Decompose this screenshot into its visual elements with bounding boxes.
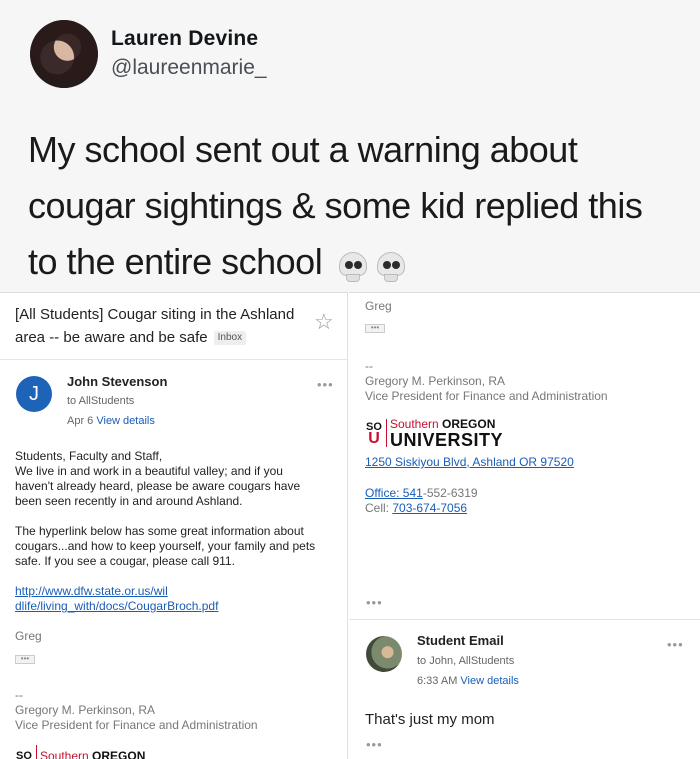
logo-mark: SO U [366, 421, 382, 447]
more-options-icon[interactable]: ••• [667, 637, 684, 652]
url-line[interactable]: dlife/living_with/docs/CougarBroch.pdf [15, 599, 335, 614]
tweet-text-line: cougar sightings & some kid replied this [28, 185, 643, 226]
view-details-link[interactable]: View details [96, 415, 155, 427]
email-continuation-panel: Greg ••• -- Gregory M. Perkinson, RA Vic… [349, 292, 700, 759]
email-body-paragraph-2: The hyperlink below has some great infor… [15, 524, 335, 569]
body-line: The hyperlink below has some great infor… [15, 524, 304, 538]
university-logo: SO U Southern OREGON UNIVERSITY [365, 417, 503, 449]
office-phone-link[interactable]: 541 [403, 486, 423, 500]
email-body-paragraph-1: Students, Faculty and Staff, We live in … [15, 449, 335, 509]
email-subject: [All Students] Cougar siting in the Ashl… [15, 306, 295, 346]
logo-text: Southern [40, 749, 89, 759]
sign-off: Greg [365, 299, 392, 313]
reply-time: 6:33 AM View details [417, 675, 519, 687]
cougar-info-link[interactable]: http://www.dfw.state.or.us/wil dlife/liv… [15, 584, 335, 614]
cell-phone-link[interactable]: 703-674-7056 [392, 501, 467, 515]
divider [349, 619, 700, 620]
more-content-icon[interactable]: ••• [366, 595, 383, 610]
body-line: cougars...and how to keep yourself, your… [15, 539, 316, 553]
logo-text: Southern [390, 417, 439, 431]
show-trimmed-content-button[interactable]: ••• [15, 655, 35, 664]
author-handle[interactable]: @laureenmarie_ [111, 56, 267, 80]
email-date: Apr 6 View details [67, 415, 155, 427]
reply-text: That's just my mom [365, 711, 495, 728]
inbox-label[interactable]: Inbox [213, 331, 247, 346]
star-icon[interactable]: ☆ [314, 311, 334, 333]
body-line: haven't already heard, please be aware c… [15, 479, 301, 493]
tweet-card: Lauren Devine @laureenmarie_ My school s… [0, 0, 700, 292]
address-link[interactable]: 1250 Siskiyou Blvd, Ashland OR 97520 [365, 455, 574, 470]
author-name[interactable]: Lauren Devine [111, 27, 258, 51]
show-trimmed-content-button[interactable]: ••• [365, 324, 385, 333]
office-phone-link[interactable]: Office: [365, 486, 403, 500]
signature-title: Vice President for Finance and Administr… [15, 718, 258, 732]
more-content-icon[interactable]: ••• [366, 737, 383, 752]
signature-title: Vice President for Finance and Administr… [365, 389, 608, 403]
university-logo: SO Southern OREGON [15, 745, 145, 759]
profile-avatar[interactable] [30, 20, 98, 88]
skull-emojis [336, 236, 412, 292]
view-details-link[interactable]: View details [460, 675, 519, 687]
sender-avatar[interactable]: J [16, 376, 52, 412]
more-options-icon[interactable]: ••• [317, 377, 334, 392]
url-line[interactable]: http://www.dfw.state.or.us/wil [15, 584, 335, 599]
recipients: to AllStudents [67, 395, 135, 407]
tweet-text-line: to the entire school [28, 234, 688, 292]
office-phone: Office: 541-552-6319 [365, 486, 478, 500]
signature-name: Gregory M. Perkinson, RA [365, 374, 506, 388]
logo-text: OREGON [442, 417, 496, 431]
divider [0, 359, 347, 360]
signature-dash: -- [15, 688, 23, 702]
email-panel: [All Students] Cougar siting in the Ashl… [0, 292, 348, 759]
reply-sender-name[interactable]: Student Email [417, 633, 504, 648]
tweet-text: My school sent out a warning about couga… [28, 122, 688, 292]
body-line: Students, Faculty and Staff, [15, 449, 163, 463]
signature-name: Gregory M. Perkinson, RA [15, 703, 156, 717]
tweet-text-line: My school sent out a warning about [28, 129, 578, 170]
cell-phone: Cell: 703-674-7056 [365, 501, 468, 515]
reply-recipients: to John, AllStudents [417, 655, 515, 667]
reply-sender-avatar[interactable] [366, 636, 402, 672]
skull-icon [336, 250, 370, 284]
skull-icon [374, 250, 408, 284]
logo-mark: SO [16, 749, 32, 759]
logo-text: OREGON [92, 749, 146, 759]
logo-text: UNIVERSITY [390, 430, 504, 450]
body-line: We live in and work in a beautiful valle… [15, 464, 283, 478]
sign-off: Greg [15, 629, 42, 643]
body-line: been seen recently in and around Ashland… [15, 494, 243, 508]
body-line: safe. If you see a cougar, please call 9… [15, 554, 235, 568]
signature-dash: -- [365, 359, 373, 373]
sender-name[interactable]: John Stevenson [67, 374, 167, 389]
